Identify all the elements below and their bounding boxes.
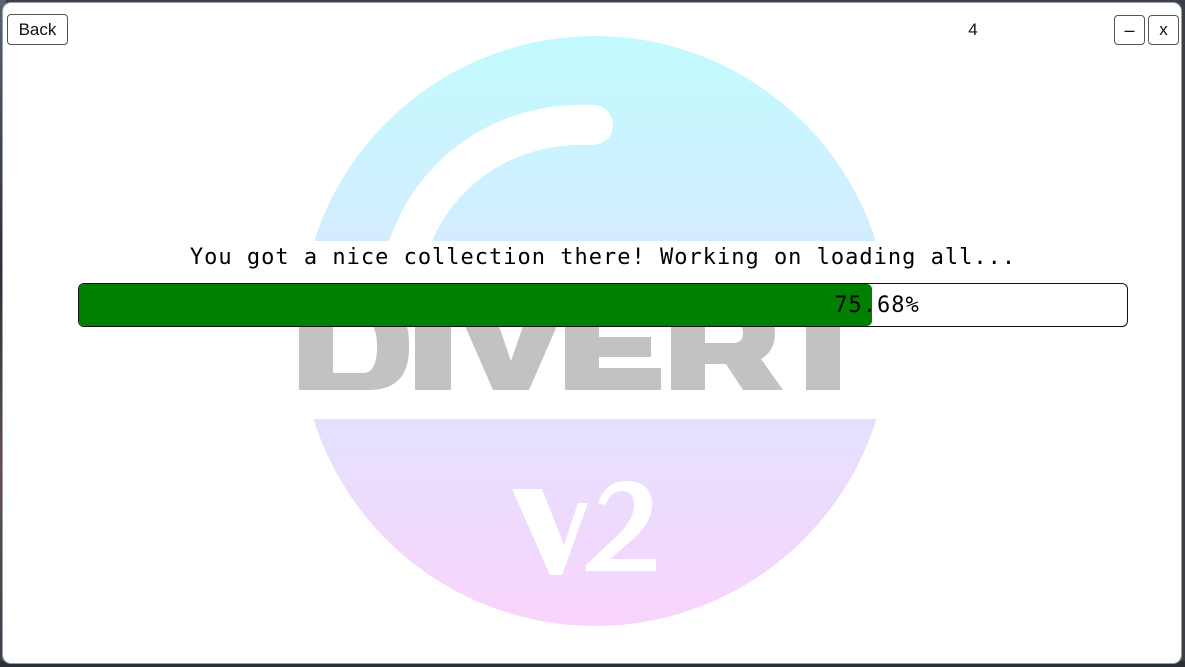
- page-counter: 4: [968, 20, 978, 39]
- title-bar: Back 4 – x: [3, 3, 1181, 53]
- close-button[interactable]: x: [1148, 15, 1179, 45]
- loading-progress-bar: 75.68%: [78, 283, 1128, 327]
- minimize-button[interactable]: –: [1114, 15, 1145, 45]
- back-button[interactable]: Back: [7, 14, 68, 45]
- app-window: Back 4 – x You got a nice collection the…: [3, 3, 1181, 663]
- progress-percent-label: 75.68%: [834, 292, 920, 318]
- loading-message: You got a nice collection there! Working…: [189, 245, 1017, 270]
- divert-v2-logo: [283, 36, 907, 626]
